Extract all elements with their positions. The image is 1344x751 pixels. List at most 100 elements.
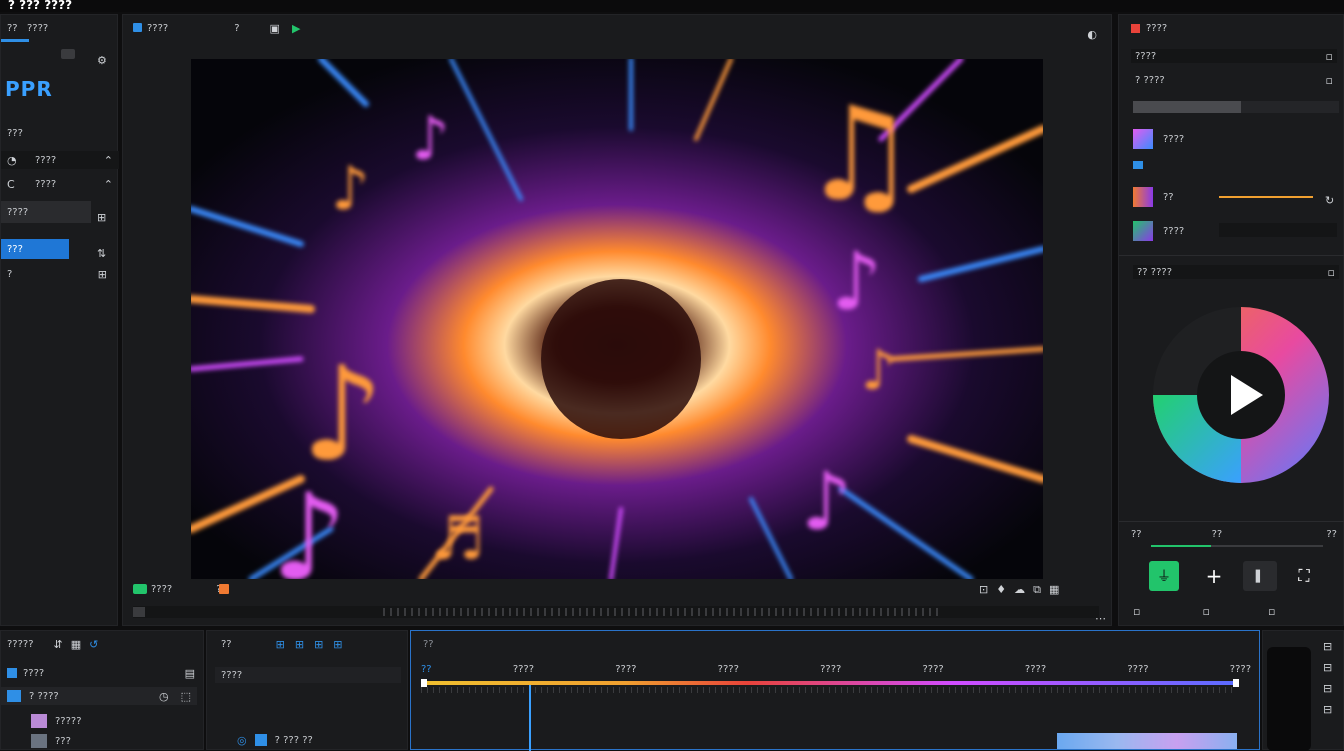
effect-item-0[interactable]: ????	[1133, 129, 1184, 149]
effect-thumbnail	[1133, 187, 1153, 207]
grid-icon[interactable]: ▦	[1049, 584, 1059, 595]
brush-icon: ⏚	[1157, 569, 1171, 585]
meter-icon[interactable]: ⊟	[1323, 641, 1332, 652]
track-tool-icon[interactable]: ⊞	[333, 639, 342, 650]
preview-panel: ???? ? ▣ ▶ ◐ ♫ ♪ ♪ ♪ ♬ ♪ ♪ ♪ ♪ ???? ⊡ ♦ …	[122, 14, 1112, 626]
right-tab-0[interactable]: ??	[1131, 529, 1142, 540]
effect-item-1[interactable]: ??	[1133, 187, 1174, 207]
right-tab-1[interactable]: ??	[1212, 529, 1223, 540]
panel-button[interactable]	[61, 49, 75, 59]
camera-icon[interactable]	[1133, 161, 1143, 169]
frame-icon[interactable]: ▣	[270, 23, 280, 34]
left-item-5[interactable]: ? ⊞	[1, 265, 119, 283]
folder-icon	[7, 668, 17, 678]
svg-text:♪: ♪	[271, 469, 348, 579]
play-small-icon[interactable]: ▶	[292, 23, 300, 34]
orange-marker[interactable]	[219, 584, 229, 594]
playhead[interactable]	[529, 685, 531, 751]
more-icon[interactable]: ◐	[1087, 23, 1097, 42]
color-section-title: ?? ????	[1137, 266, 1173, 278]
preview-tool-1[interactable]: ?	[234, 23, 239, 34]
left-item-1[interactable]: ◔ ???? ⌃	[1, 151, 119, 169]
settings-icon[interactable]: ⚙	[97, 49, 107, 68]
link-icon[interactable]: ↺	[89, 639, 98, 650]
crop-icon[interactable]: ⊡	[979, 584, 988, 595]
left-panel-header[interactable]: ????	[27, 23, 48, 34]
tab-active-underline	[1151, 545, 1211, 547]
burst-center	[541, 279, 701, 439]
time-ruler[interactable]: ?? ???? ???? ???? ???? ???? ???? ???? ??…	[421, 663, 1251, 675]
mask-button[interactable]: ▌	[1243, 561, 1277, 591]
svg-text:♫: ♫	[801, 78, 918, 230]
media-panel: ????? ⇵ ▦ ↺ ???? ▤ ? ???? ◷ ⬚ ????? ???	[0, 630, 204, 750]
left-tab-1[interactable]: ??	[7, 23, 27, 34]
scrubber-start[interactable]	[133, 607, 145, 617]
timeline-clip[interactable]	[1057, 733, 1237, 749]
media-row[interactable]: ? ???? ◷ ⬚	[1, 687, 197, 705]
effect-slider[interactable]	[1219, 196, 1313, 198]
clock-icon[interactable]: ◷	[159, 691, 169, 702]
track-tool-icon[interactable]: ⊞	[314, 639, 323, 650]
audio-icon[interactable]: ♦	[996, 584, 1006, 595]
add-effect-button[interactable]: ⏚	[1149, 561, 1179, 591]
collapse-icon[interactable]: ▫	[1326, 51, 1333, 62]
out-point[interactable]	[1233, 679, 1239, 687]
work-area-bar[interactable]	[421, 681, 1237, 685]
expand-icon[interactable]: ▫	[1328, 267, 1335, 278]
track-tool-icon[interactable]: ⊞	[276, 639, 285, 650]
preview-bottom-label[interactable]: ????	[151, 584, 172, 595]
meter-icon[interactable]: ⊟	[1323, 704, 1332, 715]
in-point[interactable]	[421, 679, 427, 687]
video-preview-frame[interactable]: ♫ ♪ ♪ ♪ ♬ ♪ ♪ ♪ ♪	[191, 59, 1043, 579]
grid-icon[interactable]: ▦	[71, 639, 81, 650]
media-item-1[interactable]: ???	[31, 733, 71, 749]
meter-icon[interactable]: ⊟	[1323, 662, 1332, 673]
left-item-4[interactable]: ???	[1, 239, 69, 259]
right-tab-2[interactable]: ??	[1326, 529, 1337, 540]
paint-button[interactable]: ⛶	[1289, 561, 1319, 591]
grid-icon[interactable]: ⊞	[97, 206, 106, 225]
scrubber-ticks	[383, 608, 943, 616]
sort-icon[interactable]: ⇅	[97, 242, 106, 261]
filter-icon[interactable]: ⇵	[54, 639, 63, 650]
footer-icon-2[interactable]: ▫	[1202, 606, 1209, 617]
left-item-label-0[interactable]: ???	[7, 128, 23, 139]
right-section-title: ????	[1135, 50, 1157, 62]
svg-text:♪: ♪	[301, 338, 384, 490]
timeline-panel: ?? ?? ???? ???? ???? ???? ???? ???? ????…	[410, 630, 1260, 751]
more-options-icon[interactable]: ⋯	[1095, 607, 1106, 626]
cloud-icon[interactable]: ☁	[1014, 584, 1025, 595]
right-section-row[interactable]: ? ????	[1135, 75, 1165, 86]
media-thumbnail	[31, 734, 47, 748]
media-tab[interactable]: ????	[23, 668, 44, 679]
refresh-icon[interactable]: ↻	[1325, 189, 1334, 208]
effect-item-2[interactable]: ????	[1133, 221, 1184, 241]
scrubber-bar[interactable]	[133, 606, 1099, 618]
effect-thumbnail	[1133, 221, 1153, 241]
meter-icon[interactable]: ⊟	[1323, 683, 1332, 694]
tag-icon[interactable]: ⬚	[181, 691, 191, 702]
color-wheel[interactable]	[1151, 305, 1331, 485]
track-row[interactable]: ????	[215, 667, 401, 683]
left-item-3[interactable]: ????	[1, 201, 91, 223]
camera-icon[interactable]: ◎	[237, 735, 247, 746]
progress-bar-fill[interactable]	[1133, 101, 1241, 113]
footer-icon-1[interactable]: ▫	[1133, 606, 1140, 617]
svg-text:♪: ♪	[861, 338, 896, 402]
media-item-0[interactable]: ?????	[31, 713, 82, 729]
progress-bar-track	[1241, 101, 1339, 113]
add-button[interactable]: +	[1199, 561, 1229, 591]
track-tool-icon[interactable]: ⊞	[295, 639, 304, 650]
effect-value-field[interactable]	[1219, 223, 1337, 237]
track-color[interactable]	[254, 734, 267, 746]
left-item-2[interactable]: C ???? ⌃	[1, 175, 119, 193]
preview-title[interactable]: ????	[147, 23, 168, 34]
info-icon[interactable]: ▫	[1326, 75, 1333, 86]
track-footer: ? ??? ??	[274, 734, 313, 746]
copy-icon[interactable]: ⧉	[1033, 584, 1041, 595]
right-panel-title: ????	[1146, 22, 1168, 34]
footer-icon-3[interactable]: ▫	[1268, 606, 1275, 617]
timeline-label: ??	[423, 639, 434, 650]
green-marker[interactable]	[133, 584, 147, 594]
menu-icon[interactable]: ▤	[185, 668, 195, 679]
